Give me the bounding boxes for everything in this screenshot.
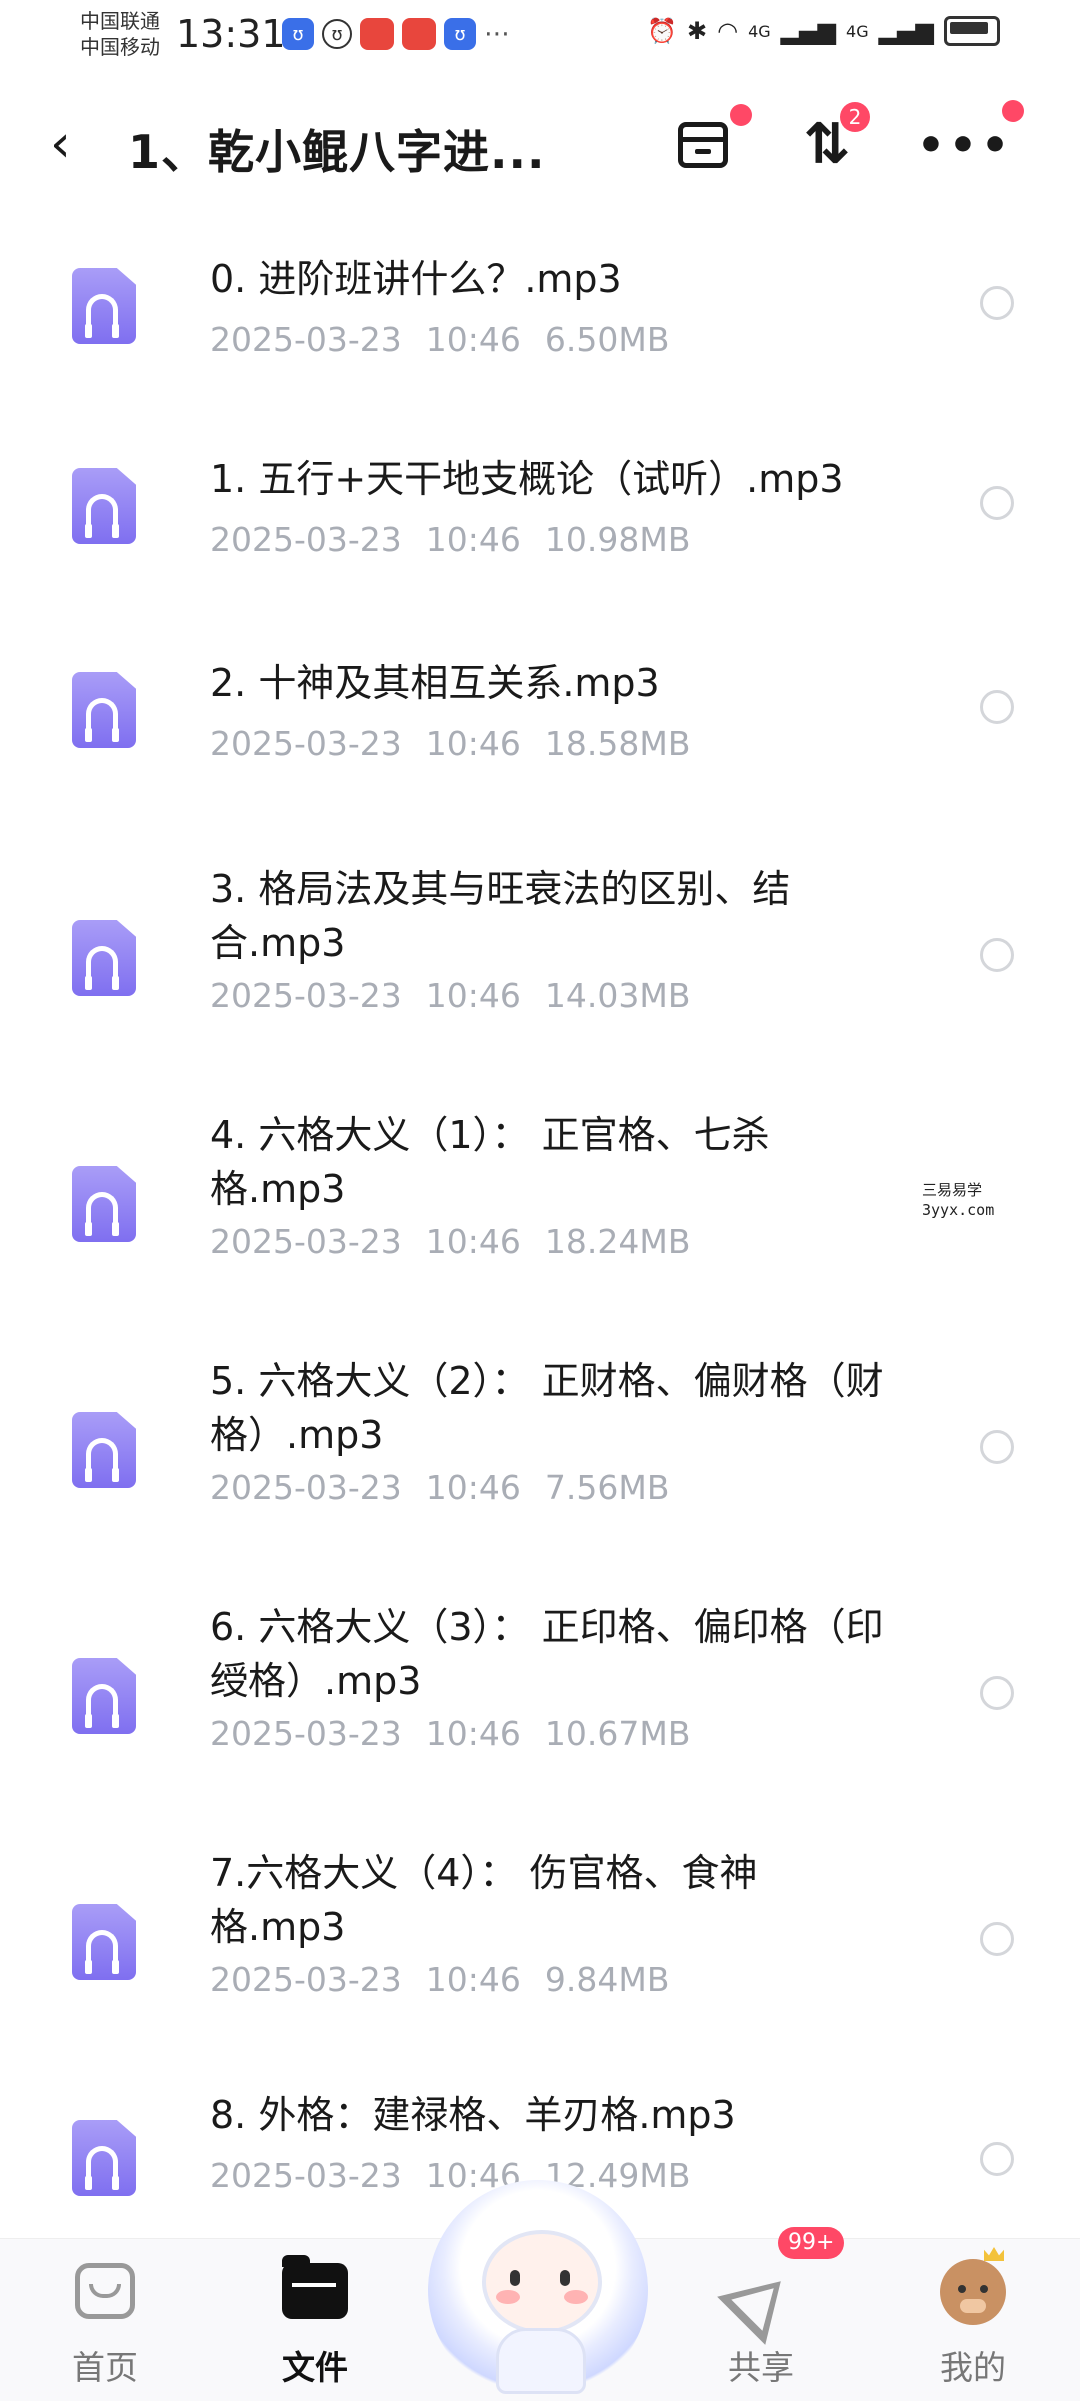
select-checkbox[interactable] — [980, 690, 1014, 724]
network-type-2: 4G — [846, 21, 869, 41]
bluetooth-icon: ✱ — [687, 17, 708, 45]
file-meta: 2025-03-23 10:46 18.58MB — [210, 724, 691, 763]
file-row[interactable]: 4. 六格大义（1）： 正官格、七杀格.mp3 2025-03-23 10:46 1… — [0, 1074, 1080, 1320]
file-meta: 2025-03-23 10:46 7.56MB — [210, 1468, 670, 1507]
audio-file-icon — [72, 1904, 136, 1980]
file-row[interactable]: 6. 六格大义（3）： 正印格、偏印格（印绶格）.mp3 2025-03-23 1… — [0, 1566, 1080, 1812]
file-name: 5. 六格大义（2）： 正财格、偏财格（财格）.mp3 — [210, 1359, 884, 1457]
back-button[interactable]: ‹ — [50, 114, 71, 174]
select-checkbox[interactable] — [980, 286, 1014, 320]
status-time: 13:31 — [176, 12, 286, 56]
carrier-2: 中国移动 — [80, 35, 160, 59]
audio-file-icon — [72, 268, 136, 344]
app-notification-icon — [402, 18, 436, 50]
file-name: 7.六格大义（4）： 伤官格、食神格.mp3 — [210, 1851, 758, 1949]
top-app-bar: ‹ 1、乾小鲲八字进... ⇅ 2 ••• — [0, 90, 1080, 200]
tab-files[interactable]: 文件 — [240, 2239, 390, 2401]
file-name: 0. 进阶班讲什么？.mp3 — [210, 257, 622, 301]
file-name: 2. 十神及其相互关系.mp3 — [210, 661, 660, 705]
alarm-icon: ⏰ — [647, 17, 678, 45]
status-bar: 中国联通 中国移动 13:31 ʊ ʊ ʊ ⋯ ⏰ ✱ ◠ 4G ▂▄▆ 4G … — [0, 0, 1080, 84]
file-row[interactable]: 0. 进阶班讲什么？.mp3 2025-03-23 10:46 6.50MB — [0, 220, 1080, 420]
select-checkbox[interactable] — [980, 1676, 1014, 1710]
audio-file-icon — [72, 1412, 136, 1488]
more-icon: ••• — [916, 119, 1014, 171]
mascot-face — [482, 2230, 602, 2334]
file-row[interactable]: 7.六格大义（4）： 伤官格、食神格.mp3 2025-03-23 10:46 9.… — [0, 1812, 1080, 2058]
sort-button[interactable]: ⇅ 2 — [792, 102, 870, 180]
audio-file-icon — [72, 920, 136, 996]
select-checkbox[interactable] — [980, 938, 1014, 972]
audio-file-icon — [72, 672, 136, 748]
tab-me-label: 我的 — [940, 2348, 1006, 2387]
more-options-button[interactable]: ••• — [917, 100, 1024, 180]
file-name: 1. 五行+天干地支概论（试听）.mp3 — [210, 457, 844, 501]
file-row[interactable]: 2. 十神及其相互关系.mp3 2025-03-23 10:46 18.58MB — [0, 624, 1080, 828]
file-row[interactable]: 1. 五行+天干地支概论（试听）.mp3 2025-03-23 10:46 10.9… — [0, 420, 1080, 624]
file-meta: 2025-03-23 10:46 12.49MB — [210, 2156, 691, 2195]
audio-file-icon — [72, 1166, 136, 1242]
signal-icon: ▂▄▆ — [878, 17, 934, 45]
file-meta: 2025-03-23 10:46 10.98MB — [210, 520, 691, 559]
select-checkbox[interactable] — [980, 1430, 1014, 1464]
folder-icon — [282, 2255, 348, 2319]
app-notification-icon — [360, 18, 394, 50]
file-meta: 2025-03-23 10:46 14.03MB — [210, 976, 691, 1015]
select-checkbox[interactable] — [980, 2142, 1014, 2176]
file-name: 8. 外格：建禄格、羊刃格.mp3 — [210, 2093, 736, 2137]
file-name: 4. 六格大义（1）： 正官格、七杀格.mp3 — [210, 1113, 770, 1211]
app-notification-icon: ʊ — [282, 18, 314, 50]
folder-title: 1、乾小鲲八字进... — [128, 125, 546, 179]
file-meta: 2025-03-23 10:46 10.67MB — [210, 1714, 691, 1753]
app-notification-icon: ʊ — [444, 18, 476, 50]
tab-share[interactable]: 99+ 共享 — [686, 2227, 845, 2401]
file-name: 3. 格局法及其与旺衰法的区别、结合.mp3 — [210, 867, 791, 965]
notification-dot — [1002, 100, 1024, 122]
tab-me[interactable]: 我的 — [898, 2239, 1048, 2401]
select-checkbox[interactable] — [980, 1922, 1014, 1956]
network-type-1: 4G — [748, 21, 771, 41]
notification-icons: ʊ ʊ ʊ ⋯ — [282, 18, 510, 50]
watermark: 三易易学 3yyx.com — [922, 1181, 995, 1219]
file-name: 6. 六格大义（3）： 正印格、偏印格（印绶格）.mp3 — [210, 1605, 884, 1703]
archive-button[interactable] — [668, 104, 752, 180]
avatar-icon — [940, 2247, 1006, 2325]
carrier-labels: 中国联通 中国移动 — [80, 8, 160, 60]
tab-home-label: 首页 — [72, 2348, 138, 2387]
select-checkbox[interactable] — [980, 486, 1014, 520]
wifi-icon: ◠ — [717, 17, 739, 45]
audio-file-icon — [72, 1658, 136, 1734]
mascot-body — [496, 2328, 586, 2394]
send-icon — [717, 2257, 805, 2345]
battery-icon — [944, 16, 1000, 46]
system-icons: ⏰ ✱ ◠ 4G ▂▄▆ 4G ▂▄▆ — [647, 16, 1000, 46]
file-meta: 2025-03-23 10:46 9.84MB — [210, 1960, 670, 1999]
file-meta: 2025-03-23 10:46 18.24MB — [210, 1222, 691, 1261]
audio-file-icon — [72, 2120, 136, 2196]
share-badge: 99+ — [778, 2227, 845, 2259]
more-notifications-icon: ⋯ — [484, 19, 510, 49]
tab-home[interactable]: 首页 — [30, 2239, 180, 2401]
assistant-mascot-button[interactable] — [428, 2180, 648, 2400]
notification-dot — [730, 104, 752, 126]
file-row[interactable]: 5. 六格大义（2）： 正财格、偏财格（财格）.mp3 2025-03-23 10… — [0, 1320, 1080, 1566]
signal-icon: ▂▄▆ — [780, 17, 837, 45]
file-meta: 2025-03-23 10:46 6.50MB — [210, 320, 670, 359]
home-icon — [75, 2263, 135, 2319]
file-row[interactable]: 3. 格局法及其与旺衰法的区别、结合.mp3 2025-03-23 10:46 14… — [0, 828, 1080, 1074]
tab-share-label: 共享 — [728, 2348, 794, 2387]
carrier-1: 中国联通 — [80, 9, 160, 33]
tab-files-label: 文件 — [282, 2348, 348, 2387]
audio-file-icon — [72, 468, 136, 544]
archive-icon — [678, 122, 728, 168]
app-notification-icon: ʊ — [322, 19, 352, 49]
sort-badge: 2 — [840, 102, 870, 132]
